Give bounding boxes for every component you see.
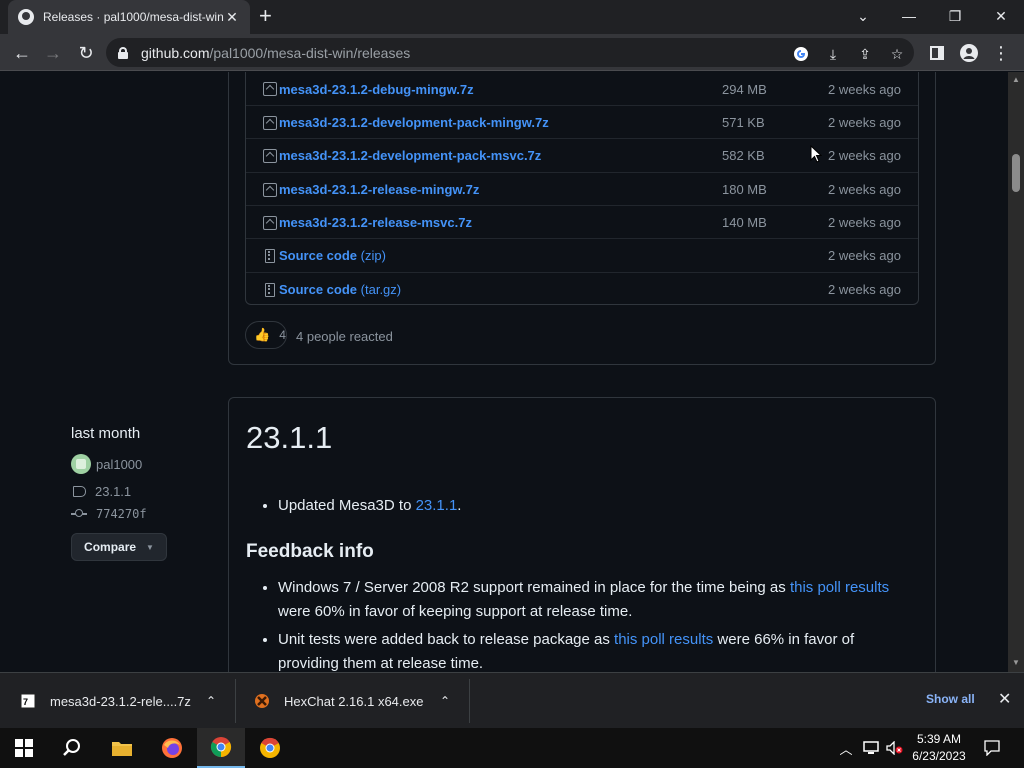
lock-icon[interactable] bbox=[118, 46, 128, 59]
thumbs-up-icon: 👍 bbox=[254, 327, 271, 342]
install-app-icon[interactable]: ⤓ bbox=[824, 45, 842, 63]
chevron-up-icon[interactable]: ⌃ bbox=[206, 694, 216, 708]
close-window-button[interactable]: ✕ bbox=[978, 0, 1024, 32]
tab-title: Releases · pal1000/mesa-dist-win bbox=[43, 10, 224, 24]
feedback-heading: Feedback info bbox=[246, 541, 374, 562]
address-bar[interactable]: github.com/pal1000/mesa-dist-win/release… bbox=[106, 38, 914, 67]
bookmark-star-icon[interactable]: ☆ bbox=[888, 45, 906, 63]
release-sidebar: last month pal1000 23.1.1 774270f Compar… bbox=[71, 425, 221, 561]
commit-line[interactable]: 774270f bbox=[71, 507, 221, 521]
tag-line[interactable]: 23.1.1 bbox=[71, 484, 221, 499]
folder-icon bbox=[112, 742, 132, 756]
reaction-button[interactable]: 👍 4 bbox=[245, 321, 287, 349]
7z-file-icon: 7 bbox=[20, 693, 36, 709]
firefox-button[interactable] bbox=[148, 728, 196, 768]
author-name[interactable]: pal1000 bbox=[96, 457, 142, 472]
chrome-profile-button[interactable] bbox=[246, 728, 294, 768]
back-button[interactable]: ← bbox=[9, 40, 35, 66]
network-icon[interactable] bbox=[860, 728, 882, 768]
previous-release-card bbox=[228, 72, 936, 365]
commit-icon bbox=[71, 509, 87, 517]
browser-toolbar: ← → ↻ github.com/pal1000/mesa-dist-win/r… bbox=[0, 34, 1024, 71]
share-icon[interactable]: ⇪ bbox=[856, 45, 874, 63]
feedback-item: Windows 7 / Server 2008 R2 support remai… bbox=[278, 576, 906, 624]
tab-close-icon[interactable]: ✕ bbox=[224, 9, 240, 26]
tray-overflow-icon[interactable]: ︿ bbox=[836, 728, 856, 768]
page-content: mesa3d-23.1.2-debug-mingw.7z 294 MB 2 we… bbox=[0, 72, 1008, 672]
avatar[interactable] bbox=[71, 454, 91, 474]
author-line[interactable]: pal1000 bbox=[71, 454, 221, 474]
scrollbar-thumb[interactable] bbox=[1012, 154, 1020, 192]
chrome-profile-icon bbox=[260, 737, 280, 758]
download-name: mesa3d-23.1.2-rele....7z bbox=[50, 693, 191, 709]
search-icon bbox=[63, 739, 80, 756]
svg-text:7: 7 bbox=[23, 697, 28, 707]
reaction-count: 4 bbox=[279, 328, 286, 342]
poll-link[interactable]: this poll results bbox=[614, 631, 713, 648]
download-item[interactable]: HexChat 2.16.1 x64.exe ⌃ bbox=[236, 679, 470, 723]
notifications-icon[interactable] bbox=[978, 728, 1006, 768]
side-panel-icon[interactable] bbox=[924, 40, 950, 66]
firefox-icon bbox=[162, 738, 182, 758]
reload-button[interactable]: ↻ bbox=[73, 40, 99, 66]
minimize-button[interactable]: ― bbox=[886, 0, 932, 32]
windows-taskbar: ︿ 5:39 AM 6/23/2023 bbox=[0, 728, 1024, 768]
download-item[interactable]: 7 mesa3d-23.1.2-rele....7z ⌃ bbox=[0, 679, 236, 723]
poll-link[interactable]: this poll results bbox=[790, 579, 889, 596]
show-all-button[interactable]: Show all bbox=[926, 692, 975, 706]
clock-date: 6/23/2023 bbox=[912, 749, 966, 763]
commit-hash[interactable]: 774270f bbox=[96, 507, 147, 521]
file-explorer-button[interactable] bbox=[98, 728, 146, 768]
system-clock[interactable]: 5:39 AM 6/23/2023 bbox=[912, 731, 966, 765]
google-lens-icon[interactable] bbox=[792, 45, 810, 63]
restore-button[interactable]: ❐ bbox=[932, 0, 978, 32]
page-scrollbar[interactable]: ▲ ▼ bbox=[1008, 72, 1024, 672]
mouse-cursor-icon bbox=[810, 145, 822, 163]
search-button[interactable] bbox=[48, 728, 96, 768]
release-note-item: Updated Mesa3D to 23.1.1. bbox=[278, 494, 906, 518]
github-favicon-icon bbox=[18, 9, 34, 25]
chrome-button[interactable] bbox=[197, 728, 245, 768]
tab-search-button[interactable]: ⌄ bbox=[840, 0, 886, 32]
release-title[interactable]: 23.1.1 bbox=[246, 420, 332, 456]
chevron-up-icon[interactable]: ⌃ bbox=[440, 694, 450, 708]
volume-muted-icon[interactable] bbox=[884, 728, 906, 768]
release-card: 23.1.1 Updated Mesa3D to 23.1.1. Feedbac… bbox=[228, 397, 936, 672]
download-shelf: 7 mesa3d-23.1.2-rele....7z ⌃ HexChat 2.1… bbox=[0, 672, 1024, 728]
reactions-summary: 4 people reacted bbox=[296, 329, 393, 344]
version-link[interactable]: 23.1.1 bbox=[416, 497, 458, 514]
scroll-up-icon[interactable]: ▲ bbox=[1012, 75, 1020, 84]
compare-button[interactable]: Compare ▼ bbox=[71, 533, 167, 561]
scroll-down-icon[interactable]: ▼ bbox=[1012, 658, 1020, 667]
url-text: github.com/pal1000/mesa-dist-win/release… bbox=[141, 44, 411, 61]
forward-button[interactable]: → bbox=[40, 40, 66, 66]
profile-icon[interactable] bbox=[956, 40, 982, 66]
tag-name[interactable]: 23.1.1 bbox=[95, 484, 131, 499]
start-button[interactable] bbox=[0, 728, 48, 768]
feedback-item: Unit tests were added back to release pa… bbox=[278, 628, 906, 672]
chevron-down-icon: ▼ bbox=[146, 542, 154, 552]
windows-logo-icon bbox=[15, 739, 33, 757]
release-date: last month bbox=[71, 425, 141, 442]
new-tab-button[interactable]: + bbox=[259, 5, 272, 27]
tab-bar: Releases · pal1000/mesa-dist-win ✕ + ⌄ ―… bbox=[0, 0, 1024, 34]
download-name: HexChat 2.16.1 x64.exe bbox=[284, 693, 424, 709]
tag-icon bbox=[73, 486, 86, 497]
clock-time: 5:39 AM bbox=[916, 732, 962, 746]
browser-tab[interactable]: Releases · pal1000/mesa-dist-win ✕ bbox=[8, 0, 250, 34]
close-icon[interactable]: ✕ bbox=[998, 689, 1011, 709]
menu-icon[interactable]: ⋮ bbox=[988, 40, 1014, 66]
hexchat-icon bbox=[255, 694, 269, 708]
chrome-icon bbox=[210, 737, 232, 758]
release-notes: Updated Mesa3D to 23.1.1. Feedback info … bbox=[246, 494, 906, 672]
